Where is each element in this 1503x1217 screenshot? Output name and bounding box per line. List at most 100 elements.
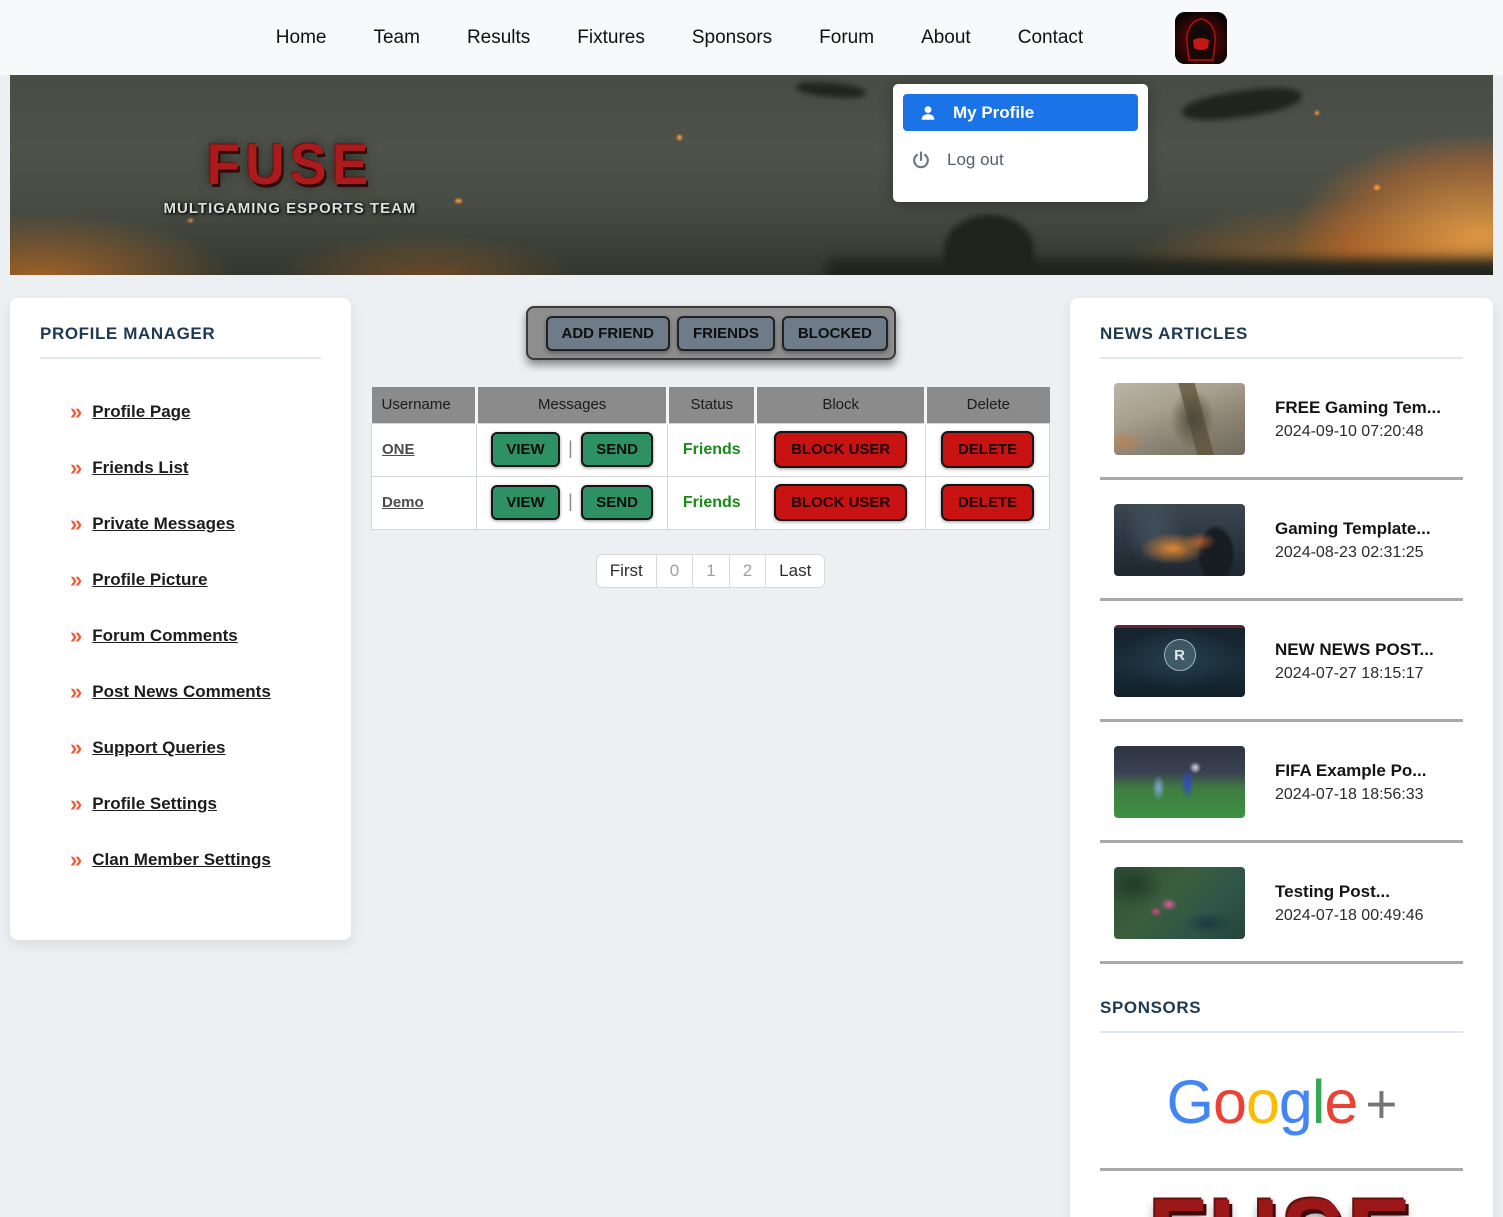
tab-blocked[interactable]: BLOCKED <box>782 316 888 351</box>
double-chevron-icon: » <box>70 569 82 591</box>
nav-item-about[interactable]: About <box>921 27 971 49</box>
article-thumbnail <box>1114 504 1245 576</box>
pagination-first[interactable]: First <box>597 555 657 587</box>
sidebar-link: Forum Comments <box>92 626 237 646</box>
nav-item-team[interactable]: Team <box>373 27 419 49</box>
tab-friends[interactable]: FRIENDS <box>677 316 775 351</box>
sidebar-item-post-news-comments[interactable]: » Post News Comments <box>40 681 321 703</box>
block-user-button[interactable]: BLOCK USER <box>774 431 907 468</box>
sponsor-google-plus-logo[interactable]: Google+ <box>1100 1063 1463 1142</box>
pagination-page-0[interactable]: 0 <box>657 555 693 587</box>
double-chevron-icon: » <box>70 513 82 535</box>
friends-table-header: Username Messages Status Block Delete <box>372 387 1050 423</box>
user-avatar[interactable] <box>1175 12 1227 64</box>
news-article[interactable]: Testing Post... 2024-07-18 00:49:46 <box>1100 843 1463 961</box>
sidebar-item-profile-settings[interactable]: » Profile Settings <box>40 793 321 815</box>
profile-dropdown-menu: My Profile Log out <box>893 84 1148 202</box>
logout-label: Log out <box>947 150 1004 170</box>
sidebar-item-clan-member-settings[interactable]: » Clan Member Settings <box>40 849 321 871</box>
sidebar-link: Clan Member Settings <box>92 850 271 870</box>
sidebar-link: Profile Page <box>92 402 190 422</box>
article-text: FREE Gaming Tem... 2024-09-10 07:20:48 <box>1275 398 1441 441</box>
ground-silhouette <box>826 259 1493 275</box>
sidebar-item-profile-page[interactable]: » Profile Page <box>40 401 321 423</box>
ember <box>1315 111 1319 115</box>
view-button[interactable]: VIEW <box>491 432 559 467</box>
username-link[interactable]: ONE <box>382 441 415 458</box>
col-username: Username <box>372 387 477 423</box>
sidebar-link: Friends List <box>92 458 188 478</box>
article-title: Gaming Template... <box>1275 519 1431 539</box>
sidebar-item-forum-comments[interactable]: » Forum Comments <box>40 625 321 647</box>
col-status: Status <box>668 387 756 423</box>
sidebar-item-friends-list[interactable]: » Friends List <box>40 457 321 479</box>
sidebar-link: Profile Picture <box>92 570 207 590</box>
send-button[interactable]: SEND <box>581 432 653 467</box>
article-title: FREE Gaming Tem... <box>1275 398 1441 418</box>
pagination-last[interactable]: Last <box>766 555 824 587</box>
news-sidebar: NEWS ARTICLES FREE Gaming Tem... 2024-09… <box>1070 298 1493 1217</box>
news-article[interactable]: Gaming Template... 2024-08-23 02:31:25 <box>1100 480 1463 598</box>
double-chevron-icon: » <box>70 681 82 703</box>
sidebar-item-profile-picture[interactable]: » Profile Picture <box>40 569 321 591</box>
friends-table: Username Messages Status Block Delete ON… <box>371 387 1050 530</box>
delete-button[interactable]: DELETE <box>941 431 1034 468</box>
nav-item-forum[interactable]: Forum <box>819 27 874 49</box>
pagination-page-1[interactable]: 1 <box>693 555 729 587</box>
sidebar-item-support-queries[interactable]: » Support Queries <box>40 737 321 759</box>
nav-item-home[interactable]: Home <box>276 27 327 49</box>
article-thumbnail <box>1114 746 1245 818</box>
view-button[interactable]: VIEW <box>491 485 559 520</box>
sidebar-item-private-messages[interactable]: » Private Messages <box>40 513 321 535</box>
news-article[interactable]: R NEW NEWS POST... 2024-07-27 18:15:17 <box>1100 601 1463 719</box>
double-chevron-icon: » <box>70 625 82 647</box>
status-badge: Friends <box>683 441 741 458</box>
ember <box>677 135 682 140</box>
table-row: Demo VIEW | SEND Friends BLOCK USER DELE… <box>372 476 1050 529</box>
google-letter: G <box>1167 1068 1213 1136</box>
nav-item-fixtures[interactable]: Fixtures <box>577 27 645 49</box>
article-title: FIFA Example Po... <box>1275 761 1426 781</box>
ember <box>1374 185 1380 190</box>
block-user-button[interactable]: BLOCK USER <box>774 484 907 521</box>
sidebar-link: Support Queries <box>92 738 225 758</box>
button-separator: | <box>568 491 573 511</box>
delete-button[interactable]: DELETE <box>941 484 1034 521</box>
menu-item-logout[interactable]: Log out <box>903 140 1138 180</box>
article-date: 2024-07-18 00:49:46 <box>1275 907 1424 925</box>
username-link[interactable]: Demo <box>382 494 424 511</box>
nav-item-sponsors[interactable]: Sponsors <box>692 27 772 49</box>
power-icon <box>911 150 931 170</box>
menu-item-my-profile[interactable]: My Profile <box>903 94 1138 131</box>
double-chevron-icon: » <box>70 737 82 759</box>
article-thumbnail: R <box>1114 625 1245 697</box>
friends-manager-main: ADD FRIEND FRIENDS BLOCKED Username Mess… <box>351 298 1070 588</box>
news-article[interactable]: FREE Gaming Tem... 2024-09-10 07:20:48 <box>1100 359 1463 477</box>
sidebar-title: PROFILE MANAGER <box>40 324 321 344</box>
article-date: 2024-07-18 18:56:33 <box>1275 786 1426 804</box>
news-article[interactable]: FIFA Example Po... 2024-07-18 18:56:33 <box>1100 722 1463 840</box>
col-messages: Messages <box>476 387 667 423</box>
sidebar-link: Private Messages <box>92 514 235 534</box>
sidebar-link: Post News Comments <box>92 682 271 702</box>
sponsors-title: SPONSORS <box>1100 998 1463 1018</box>
article-text: Testing Post... 2024-07-18 00:49:46 <box>1275 882 1424 925</box>
article-text: NEW NEWS POST... 2024-07-27 18:15:17 <box>1275 640 1434 683</box>
article-date: 2024-08-23 02:31:25 <box>1275 544 1431 562</box>
divider <box>1100 1031 1463 1033</box>
double-chevron-icon: » <box>70 457 82 479</box>
send-button[interactable]: SEND <box>581 485 653 520</box>
article-text: FIFA Example Po... 2024-07-18 18:56:33 <box>1275 761 1426 804</box>
nav-item-results[interactable]: Results <box>467 27 530 49</box>
article-title: NEW NEWS POST... <box>1275 640 1434 660</box>
helicopter-silhouette <box>1180 83 1302 125</box>
tab-add-friend[interactable]: ADD FRIEND <box>546 316 671 351</box>
article-date: 2024-09-10 07:20:48 <box>1275 423 1441 441</box>
sponsor-fuse-logo[interactable]: FUSE <box>1100 1185 1463 1217</box>
google-letter: l <box>1312 1068 1325 1136</box>
col-block: Block <box>756 387 926 423</box>
nav-item-contact[interactable]: Contact <box>1018 27 1083 49</box>
divider <box>40 357 321 359</box>
article-thumbnail <box>1114 867 1245 939</box>
pagination-page-2[interactable]: 2 <box>730 555 766 587</box>
